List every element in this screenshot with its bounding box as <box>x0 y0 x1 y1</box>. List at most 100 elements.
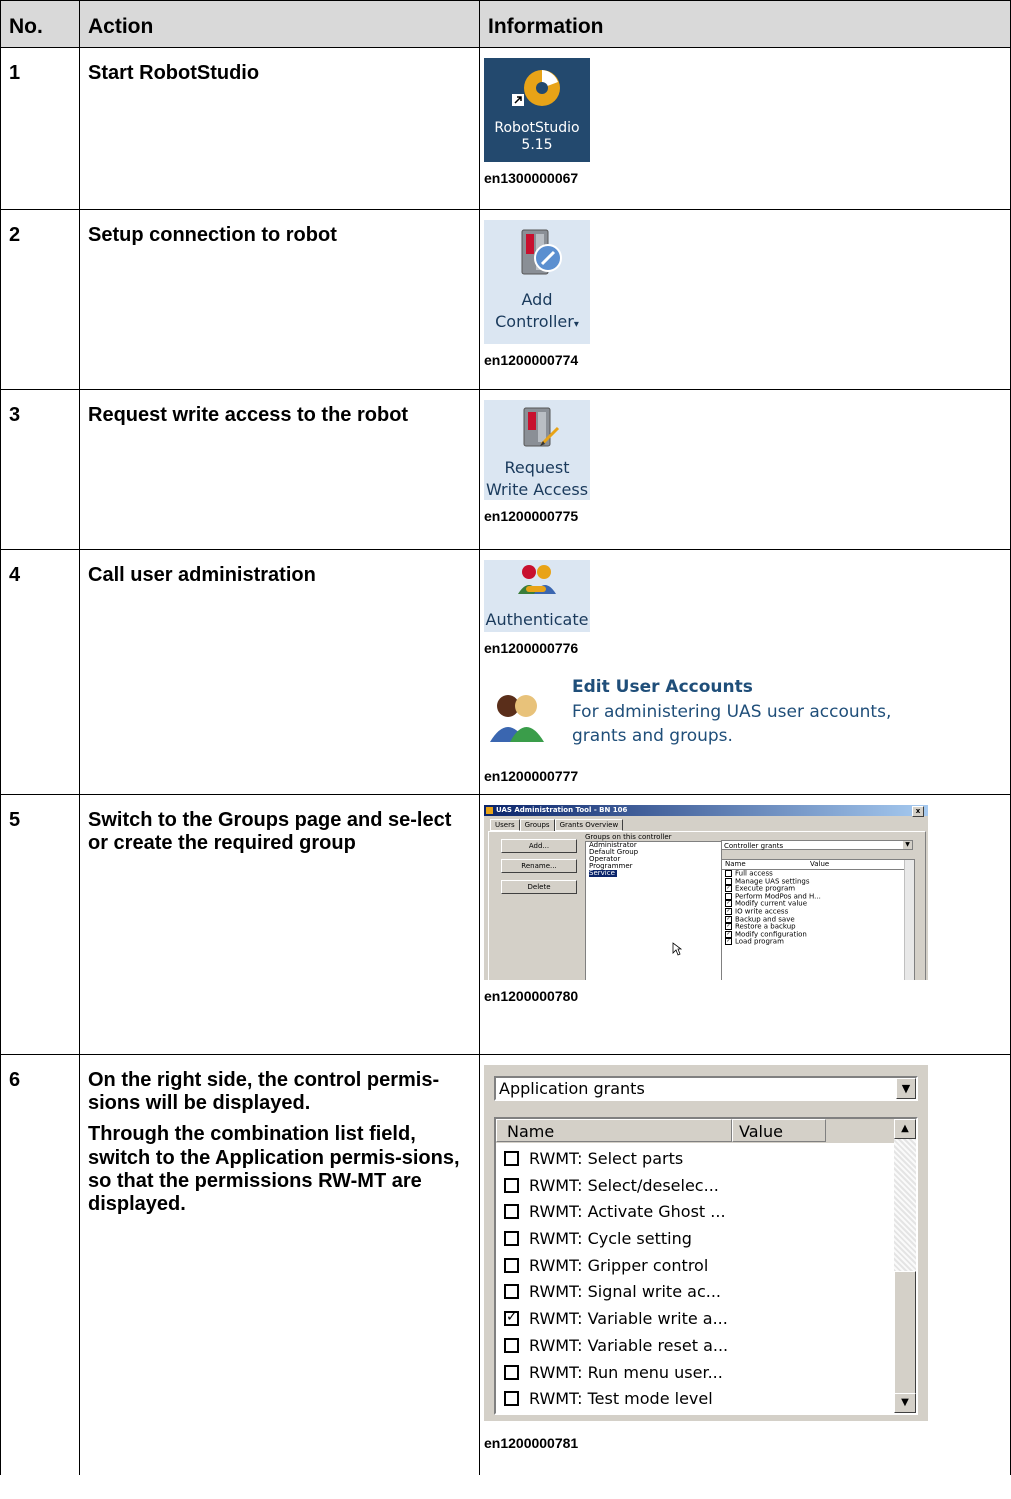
icon-label: Add <box>521 290 553 310</box>
checkbox-checked[interactable]: ✓ <box>725 915 732 923</box>
table-row: 6 On the right side, the control permis-… <box>0 1054 1011 1475</box>
grant-row[interactable]: RWMT: Select/deselec... <box>504 1173 728 1200</box>
step-action: Switch to the Groups page and se-lect or… <box>79 794 480 1055</box>
checkbox[interactable] <box>504 1177 519 1193</box>
step-info: Add Controller▾ en1200000774 <box>479 209 1011 390</box>
checkbox[interactable] <box>504 1231 519 1247</box>
step-info: Authenticate en1200000776 Edit User Acco… <box>479 549 1011 795</box>
table-row: 4 Call user administration Authenticate … <box>0 549 1011 795</box>
grant-row[interactable]: ✓ Load program <box>722 938 914 946</box>
checkbox[interactable] <box>504 1337 519 1353</box>
authenticate-tile: Authenticate <box>484 560 590 632</box>
figure-caption: en1300000067 <box>484 170 579 186</box>
checkbox[interactable] <box>504 1284 519 1300</box>
step-info: RobotStudio 5.15 en1300000067 <box>479 47 1011 210</box>
checkbox[interactable] <box>725 870 732 877</box>
scroll-down-icon[interactable]: ▼ <box>894 1393 916 1413</box>
grant-type-select[interactable]: Controller grants ▼ <box>721 840 913 850</box>
steps-table: No. Action Information 1 Start RobotStud… <box>0 0 1011 1475</box>
checkbox-checked[interactable]: ✓ <box>725 930 732 938</box>
figure-caption: en1200000774 <box>484 352 579 368</box>
checkbox[interactable] <box>504 1257 519 1273</box>
application-grants-panel: Application grants ▼ Name Value RWMT: Se… <box>484 1065 928 1421</box>
chevron-down-icon[interactable]: ▼ <box>903 841 912 849</box>
grants-list: Name Value RWMT: Select parts RWMT: Selec… <box>494 1117 918 1415</box>
icon-label: Controller▾ <box>495 312 579 332</box>
rename-button[interactable]: Rename... <box>501 859 577 873</box>
checkbox[interactable] <box>725 892 732 900</box>
grant-label: Load program <box>735 937 784 946</box>
grant-row[interactable]: RWMT: Gripper control <box>504 1253 728 1280</box>
step-number: 5 <box>0 794 80 1055</box>
step-number: 3 <box>0 389 80 550</box>
checkbox[interactable] <box>504 1151 519 1166</box>
grant-label: RWMT: Variable reset a... <box>529 1335 729 1355</box>
step-action: On the right side, the control permis-si… <box>79 1054 480 1475</box>
step-number: 4 <box>0 549 80 795</box>
users-icon <box>490 695 544 743</box>
chevron-down-icon[interactable]: ▼ <box>896 1078 916 1099</box>
grant-row[interactable]: RWMT: Select parts <box>504 1146 728 1173</box>
robotstudio-icon <box>512 70 560 106</box>
icon-label: Request <box>504 458 570 478</box>
checkbox-checked[interactable]: ✓ <box>725 938 732 946</box>
icon-label: RobotStudio <box>494 120 580 137</box>
checkbox-checked[interactable]: ✓ <box>725 900 732 908</box>
grant-label: RWMT: Activate Ghost ... <box>529 1202 726 1222</box>
tab-grants-overview[interactable]: Grants Overview <box>554 819 624 831</box>
grant-row[interactable]: RWMT: Cycle setting <box>504 1226 728 1253</box>
mouse-cursor-icon <box>672 942 682 956</box>
checkbox-checked[interactable]: ✓ <box>725 923 732 931</box>
grant-label: RWMT: Run menu user... <box>529 1362 723 1382</box>
grant-row[interactable]: RWMT: Run menu user... <box>504 1360 728 1387</box>
figure-caption: en1200000780 <box>484 988 579 1004</box>
groups-list[interactable]: Administrator Default Group Operator Pro… <box>585 841 722 980</box>
grant-row[interactable]: RWMT: Variable reset a... <box>504 1333 728 1360</box>
grant-row[interactable]: RWMT: Signal write ac... <box>504 1279 728 1306</box>
scroll-up-icon[interactable]: ▲ <box>894 1119 916 1139</box>
grant-label: RWMT: Gripper control <box>529 1255 709 1275</box>
checkbox-checked[interactable]: ✓ <box>725 907 732 915</box>
grant-label: RWMT: Signal write ac... <box>529 1282 721 1302</box>
scroll-thumb[interactable] <box>894 1271 916 1395</box>
column-name[interactable]: Name <box>496 1119 732 1142</box>
figure-caption: en1200000777 <box>484 768 579 785</box>
edit-user-accounts-desc: For administering UAS user accounts, gran… <box>572 702 892 747</box>
add-button[interactable]: Add... <box>501 839 577 853</box>
grant-type-select[interactable]: Application grants ▼ <box>494 1076 918 1101</box>
add-controller-icon <box>521 229 562 275</box>
checkbox-checked[interactable]: ✓ <box>725 885 732 893</box>
tab-users[interactable]: Users <box>490 819 520 831</box>
request-write-access-tile: Request Write Access <box>484 400 590 500</box>
step-number: 1 <box>0 47 80 210</box>
checkbox[interactable] <box>504 1364 519 1380</box>
table-row: 5 Switch to the Groups page and se-lect … <box>0 794 1011 1055</box>
step-action: Request write access to the robot <box>79 389 480 550</box>
column-value[interactable]: Value <box>732 1119 826 1142</box>
grant-row[interactable]: ✓ RWMT: Variable write a... <box>504 1306 728 1333</box>
step-info: Application grants ▼ Name Value RWMT: Se… <box>479 1054 1011 1475</box>
checkbox[interactable] <box>504 1391 519 1407</box>
checkbox[interactable] <box>504 1204 519 1220</box>
add-controller-tile: Add Controller▾ <box>484 220 590 344</box>
scrollbar[interactable]: ▲ ▼ <box>894 1119 916 1413</box>
icon-label: Authenticate <box>485 610 589 630</box>
column-name: Name <box>725 860 746 868</box>
list-item[interactable]: Service <box>586 870 721 877</box>
grant-label: RWMT: Select/deselec... <box>529 1175 719 1195</box>
close-button[interactable]: x <box>912 806 924 817</box>
scrollbar[interactable] <box>904 860 914 980</box>
grants-list: Name Value Full access Manage UAS setting… <box>721 859 915 980</box>
tab-groups[interactable]: Groups <box>519 819 555 831</box>
grants-header: Name Value <box>496 1119 894 1143</box>
delete-button[interactable]: Delete <box>501 880 577 894</box>
groups-label: Groups on this controller <box>585 833 672 841</box>
checkbox-checked[interactable]: ✓ <box>504 1310 519 1327</box>
grant-row[interactable]: RWMT: Activate Ghost ... <box>504 1199 728 1226</box>
figure-caption: en1200000781 <box>484 1435 579 1451</box>
step-info: Request Write Access en1200000775 <box>479 389 1011 550</box>
column-value: Value <box>810 860 830 868</box>
grant-row[interactable]: RWMT: Test mode level <box>504 1386 728 1413</box>
window-title: UAS Administration Tool - BN 106 <box>496 806 628 814</box>
checkbox[interactable] <box>725 877 732 885</box>
